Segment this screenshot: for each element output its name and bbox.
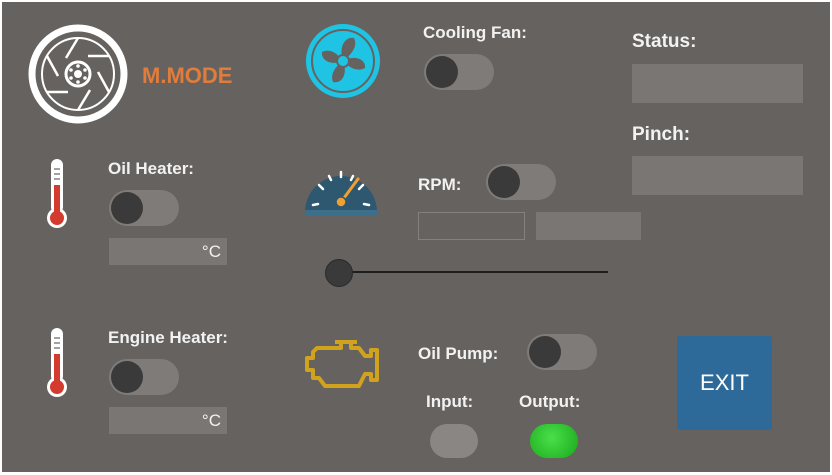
oil-heater-label: Oil Heater: bbox=[108, 159, 194, 178]
rpm-readout-field bbox=[536, 212, 641, 240]
rpm-label: RPM: bbox=[418, 175, 462, 194]
pinch-label: Pinch: bbox=[632, 124, 691, 145]
output-indicator bbox=[530, 424, 578, 458]
output-label: Output: bbox=[519, 392, 581, 411]
thermometer-icon bbox=[46, 157, 68, 231]
toggle-knob bbox=[111, 361, 143, 393]
oil-heater-temp-field: °C bbox=[109, 238, 227, 265]
cooling-fan-label: Cooling Fan: bbox=[423, 23, 527, 42]
toggle-knob bbox=[529, 336, 561, 368]
engine-heater-label: Engine Heater: bbox=[108, 328, 228, 347]
pinch-field bbox=[632, 156, 803, 195]
engine-check-icon bbox=[303, 334, 381, 392]
input-indicator bbox=[430, 424, 478, 458]
status-label: Status: bbox=[632, 31, 697, 52]
brake-disc-icon bbox=[28, 24, 128, 124]
toggle-knob bbox=[111, 192, 143, 224]
input-label: Input: bbox=[426, 392, 474, 411]
oil-heater-toggle[interactable] bbox=[109, 190, 179, 226]
engine-heater-toggle[interactable] bbox=[109, 359, 179, 395]
slider-thumb[interactable] bbox=[325, 259, 353, 287]
oil-pump-label: Oil Pump: bbox=[418, 344, 499, 363]
thermometer-icon bbox=[46, 326, 68, 400]
celsius-unit: °C bbox=[201, 411, 221, 430]
rpm-toggle[interactable] bbox=[486, 164, 556, 200]
rpm-value-field[interactable] bbox=[418, 212, 525, 240]
cooling-fan-toggle[interactable] bbox=[424, 54, 494, 90]
fan-icon bbox=[302, 24, 384, 98]
brand-title: M.MODE bbox=[142, 63, 233, 88]
status-field bbox=[632, 64, 803, 103]
control-panel: M.MODE Cooling Fan: Status: Pinch: Oil H… bbox=[2, 2, 830, 472]
slider-track bbox=[335, 271, 608, 273]
toggle-knob bbox=[426, 56, 458, 88]
engine-heater-temp-field: °C bbox=[109, 407, 227, 434]
toggle-knob bbox=[488, 166, 520, 198]
speedometer-icon bbox=[303, 162, 379, 216]
oil-pump-toggle[interactable] bbox=[527, 334, 597, 370]
celsius-unit: °C bbox=[201, 242, 221, 261]
rpm-slider[interactable] bbox=[325, 259, 608, 287]
exit-button[interactable]: EXIT bbox=[677, 336, 772, 430]
